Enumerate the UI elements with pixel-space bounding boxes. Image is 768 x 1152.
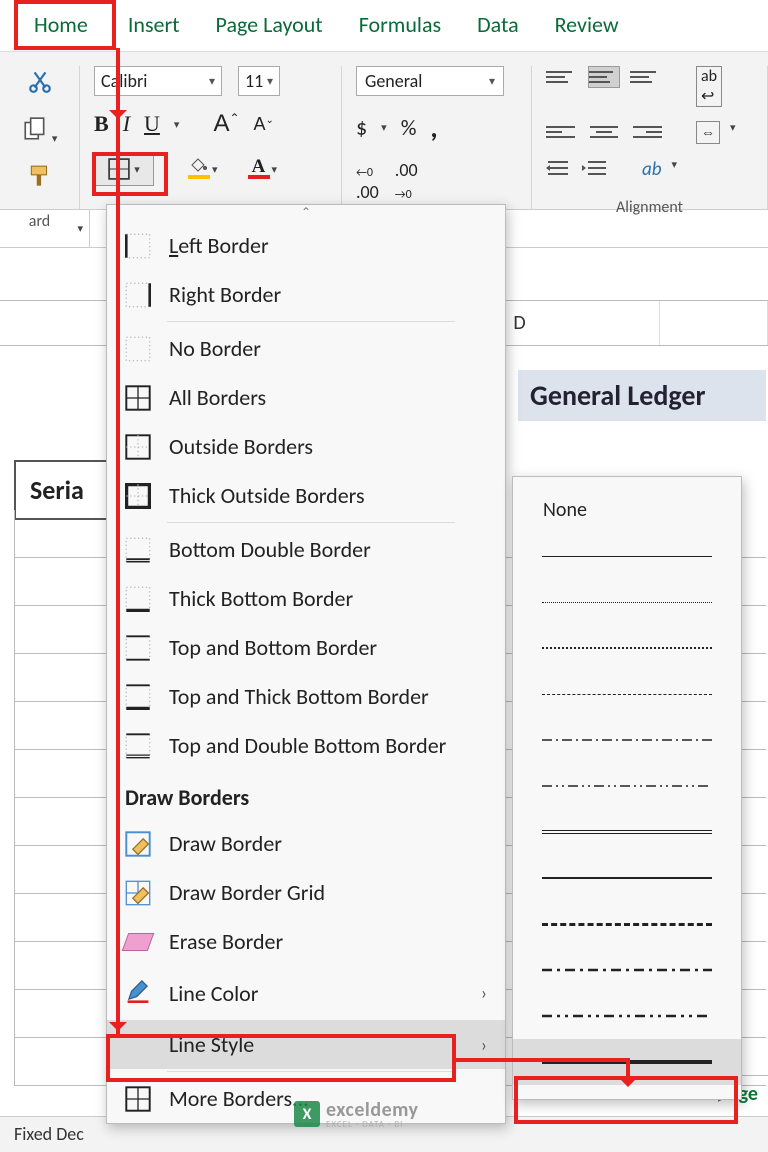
alignment-label: Alignment bbox=[546, 198, 753, 221]
format-painter-icon[interactable] bbox=[27, 164, 53, 196]
annotation-arrow-horizontal bbox=[454, 1058, 630, 1062]
fill-color-button[interactable]: ▾ bbox=[188, 159, 218, 179]
borders-button[interactable]: ▾ bbox=[94, 152, 154, 186]
line-style-hair[interactable] bbox=[513, 579, 741, 625]
tab-insert[interactable]: Insert bbox=[110, 7, 198, 42]
line-style-thin[interactable] bbox=[513, 533, 741, 579]
number-format-combo[interactable]: General▾ bbox=[356, 66, 504, 96]
watermark-logo-icon: X bbox=[294, 1101, 320, 1127]
menu-top-thick-bottom-border[interactable]: Top and Thick Bottom Border bbox=[107, 672, 505, 721]
menu-left-border[interactable]: Left Border bbox=[107, 221, 505, 270]
currency-button[interactable]: $ bbox=[356, 114, 367, 141]
bold-button[interactable]: B bbox=[94, 111, 109, 137]
font-name-combo[interactable]: Calibri▾ bbox=[94, 66, 222, 96]
menu-erase-border[interactable]: Erase Border bbox=[107, 917, 505, 966]
fill-color-icon bbox=[188, 159, 210, 179]
align-left-icon[interactable] bbox=[546, 121, 578, 143]
tab-formulas[interactable]: Formulas bbox=[341, 7, 459, 42]
tab-review[interactable]: Review bbox=[537, 7, 637, 42]
copy-icon[interactable]: ▾ bbox=[22, 116, 58, 148]
align-center-icon[interactable] bbox=[588, 121, 620, 143]
orientation-button[interactable]: ab bbox=[642, 158, 662, 184]
chevron-right-icon: › bbox=[481, 982, 487, 1004]
tab-home[interactable]: Home bbox=[0, 7, 110, 42]
menu-draw-border-grid[interactable]: Draw Border Grid bbox=[107, 868, 505, 917]
menu-scroll-up-icon[interactable]: ⌃ bbox=[107, 205, 505, 221]
font-name-value: Calibri bbox=[101, 70, 147, 92]
line-style-dash-dot-dot[interactable] bbox=[513, 763, 741, 809]
eraser-icon bbox=[122, 933, 155, 951]
increase-indent-icon[interactable] bbox=[582, 158, 608, 184]
decrease-decimal-button[interactable]: .00→0 bbox=[395, 159, 418, 203]
line-style-medium-dash-dot-dot[interactable] bbox=[513, 993, 741, 1039]
line-style-none[interactable]: None bbox=[513, 487, 741, 533]
cut-icon[interactable] bbox=[27, 68, 53, 100]
menu-outside-borders[interactable]: Outside Borders bbox=[107, 422, 505, 471]
align-right-icon[interactable] bbox=[630, 121, 662, 143]
font-size-combo[interactable]: 11▾ bbox=[238, 66, 280, 96]
decrease-indent-icon[interactable] bbox=[546, 158, 572, 184]
align-top-icon[interactable] bbox=[546, 66, 578, 88]
clipboard-group: ▾ ard bbox=[0, 66, 80, 209]
percent-button[interactable]: % bbox=[401, 114, 417, 141]
menu-bottom-double-border[interactable]: Bottom Double Border bbox=[107, 525, 505, 574]
menu-line-color[interactable]: Line Color › bbox=[107, 966, 505, 1020]
line-style-submenu: None bbox=[512, 476, 742, 1100]
menu-right-border[interactable]: Right Border bbox=[107, 270, 505, 319]
menu-draw-border[interactable]: Draw Border bbox=[107, 819, 505, 868]
increase-decimal-button[interactable]: ←0.00 bbox=[356, 159, 379, 203]
clipboard-label: ard bbox=[29, 212, 50, 235]
font-color-icon: A bbox=[248, 159, 270, 179]
menu-draw-borders-heading: Draw Borders bbox=[107, 770, 505, 819]
line-style-dashed[interactable] bbox=[513, 671, 741, 717]
menu-thick-outside-borders[interactable]: Thick Outside Borders bbox=[107, 471, 505, 520]
borders-dropdown-menu: ⌃ Left Border Right Border No Border All… bbox=[106, 204, 506, 1124]
menu-no-border[interactable]: No Border bbox=[107, 324, 505, 373]
menu-all-borders[interactable]: All Borders bbox=[107, 373, 505, 422]
status-fixed-decimal: Fixed Dec bbox=[14, 1123, 84, 1145]
ribbon-tabs: Home Insert Page Layout Formulas Data Re… bbox=[0, 0, 768, 52]
align-bottom-icon[interactable] bbox=[630, 66, 662, 88]
ledger-title-cell[interactable]: General Ledger bbox=[518, 370, 766, 421]
chevron-right-icon: › bbox=[481, 1034, 487, 1056]
line-style-dash-dot[interactable] bbox=[513, 717, 741, 763]
line-style-dotted[interactable] bbox=[513, 625, 741, 671]
number-format-value: General bbox=[365, 70, 422, 92]
wrap-text-button[interactable]: ab↩ bbox=[696, 66, 722, 107]
line-style-double[interactable] bbox=[513, 809, 741, 855]
number-group: General▾ $▾ % , ←0.00 .00→0 bbox=[342, 66, 532, 209]
line-style-medium-dashed[interactable] bbox=[513, 901, 741, 947]
alignment-group: ab↩ ⇔▾ ab▾ Alignment bbox=[532, 66, 768, 209]
annotation-arrow-down bbox=[626, 1058, 630, 1082]
annotation-arrow-vertical bbox=[116, 48, 120, 1038]
menu-line-style[interactable]: Line Style › bbox=[107, 1020, 505, 1069]
merge-center-button[interactable]: ⇔ bbox=[696, 121, 720, 144]
menu-top-and-bottom-border[interactable]: Top and Bottom Border bbox=[107, 623, 505, 672]
menu-top-double-bottom-border[interactable]: Top and Double Bottom Border bbox=[107, 721, 505, 770]
font-size-value: 11 bbox=[245, 70, 263, 92]
tab-data[interactable]: Data bbox=[459, 7, 537, 42]
decrease-font-icon[interactable]: A⌄ bbox=[254, 113, 274, 135]
line-style-medium-dash-dot[interactable] bbox=[513, 947, 741, 993]
underline-button[interactable]: U bbox=[144, 111, 160, 137]
align-middle-icon[interactable] bbox=[588, 66, 620, 88]
watermark: X exceldemy EXCEL · DATA · BI bbox=[294, 1098, 419, 1130]
menu-thick-bottom-border[interactable]: Thick Bottom Border bbox=[107, 574, 505, 623]
comma-button[interactable]: , bbox=[430, 110, 437, 145]
line-style-medium[interactable] bbox=[513, 855, 741, 901]
tab-page-layout[interactable]: Page Layout bbox=[198, 7, 341, 42]
font-color-button[interactable]: A▾ bbox=[248, 159, 278, 179]
pencil-icon bbox=[125, 977, 151, 1009]
increase-font-icon[interactable]: A⌃ bbox=[213, 110, 239, 138]
